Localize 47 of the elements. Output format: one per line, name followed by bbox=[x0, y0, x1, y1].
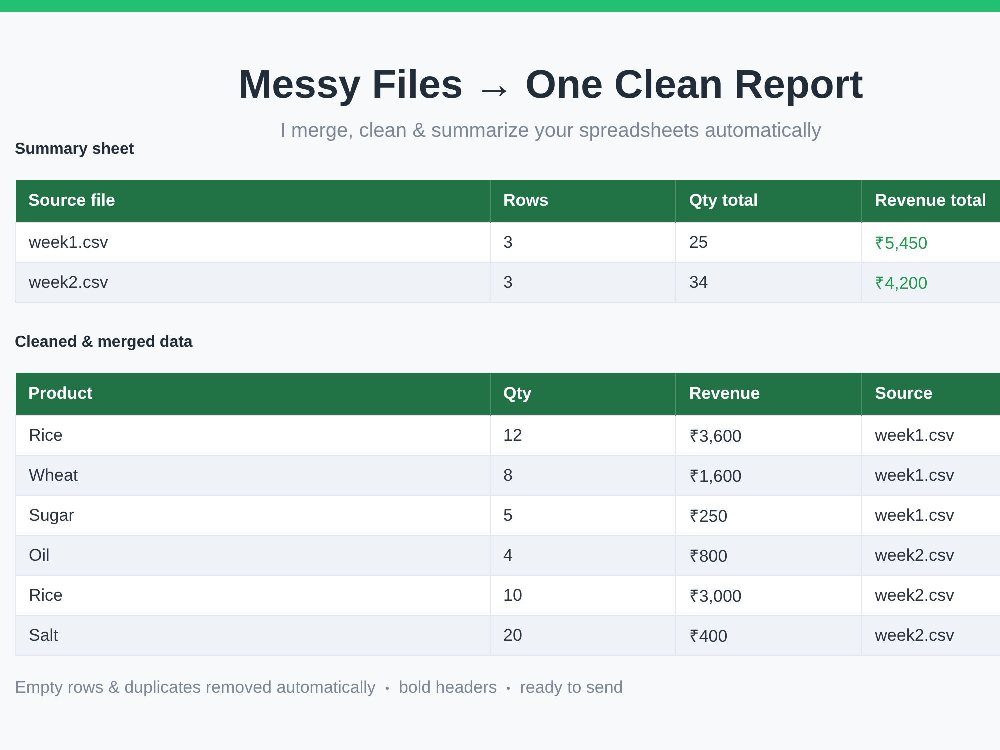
table-cell: ₹4,200 bbox=[862, 262, 1000, 302]
table-cell: 25 bbox=[676, 222, 862, 262]
table-cell: week1.csv bbox=[16, 222, 490, 262]
table-cell: week2.csv bbox=[862, 616, 1000, 656]
table-cell: week1.csv bbox=[862, 496, 1000, 536]
table-cell: Sugar bbox=[16, 496, 490, 536]
column-header: Revenue total bbox=[862, 180, 1000, 222]
table-cell: ₹5,450 bbox=[862, 222, 1000, 262]
table-cell: Rice bbox=[16, 576, 490, 616]
table-cell: 4 bbox=[490, 536, 676, 576]
table-cell: ₹400 bbox=[676, 616, 862, 656]
table-cell: Oil bbox=[16, 536, 490, 576]
page-subtitle: I merge, clean & summarize your spreadsheets automatically bbox=[279, 119, 823, 144]
table-cell: ₹3,600 bbox=[676, 416, 862, 456]
footer-note: ready to send bbox=[520, 678, 624, 698]
table-cell: week2.csv bbox=[16, 262, 490, 302]
table-cell: week1.csv bbox=[862, 416, 1000, 456]
table-cell: ₹1,600 bbox=[676, 456, 862, 496]
table-cell: 12 bbox=[490, 416, 676, 456]
table-cell: 3 bbox=[490, 262, 676, 302]
table-cell: ₹250 bbox=[676, 496, 862, 536]
footer-note: bold headers bbox=[398, 678, 498, 698]
table-cell: week2.csv bbox=[862, 536, 1000, 576]
table-cell: 5 bbox=[490, 496, 676, 536]
footer-note: Empty rows & duplicates removed automatically bbox=[15, 678, 376, 698]
table-cell: 8 bbox=[490, 456, 676, 496]
table-cell: 3 bbox=[490, 222, 676, 262]
table-cell: Salt bbox=[16, 616, 490, 656]
column-header: Source bbox=[862, 373, 1000, 416]
section-heading: Summary sheet bbox=[15, 140, 136, 160]
table-cell: Rice bbox=[16, 416, 490, 456]
page-title: Messy Files → One Clean Report bbox=[238, 62, 864, 109]
column-header: Product bbox=[16, 373, 490, 416]
table-cell: week2.csv bbox=[862, 576, 1000, 616]
section-heading: Cleaned & merged data bbox=[15, 333, 194, 353]
table-cell: 10 bbox=[490, 576, 676, 616]
column-header: Rows bbox=[490, 180, 676, 222]
column-header: Qty total bbox=[676, 180, 862, 222]
table-cell: Wheat bbox=[16, 456, 490, 496]
table-cell: 20 bbox=[490, 616, 676, 656]
column-header: Source file bbox=[16, 180, 490, 222]
table-cell: ₹800 bbox=[676, 536, 862, 576]
table-cell: week1.csv bbox=[862, 456, 1000, 496]
column-header: Qty bbox=[490, 373, 676, 416]
table-cell: ₹3,000 bbox=[676, 576, 862, 616]
column-header: Revenue bbox=[676, 373, 862, 416]
table-cell: 34 bbox=[676, 262, 862, 302]
